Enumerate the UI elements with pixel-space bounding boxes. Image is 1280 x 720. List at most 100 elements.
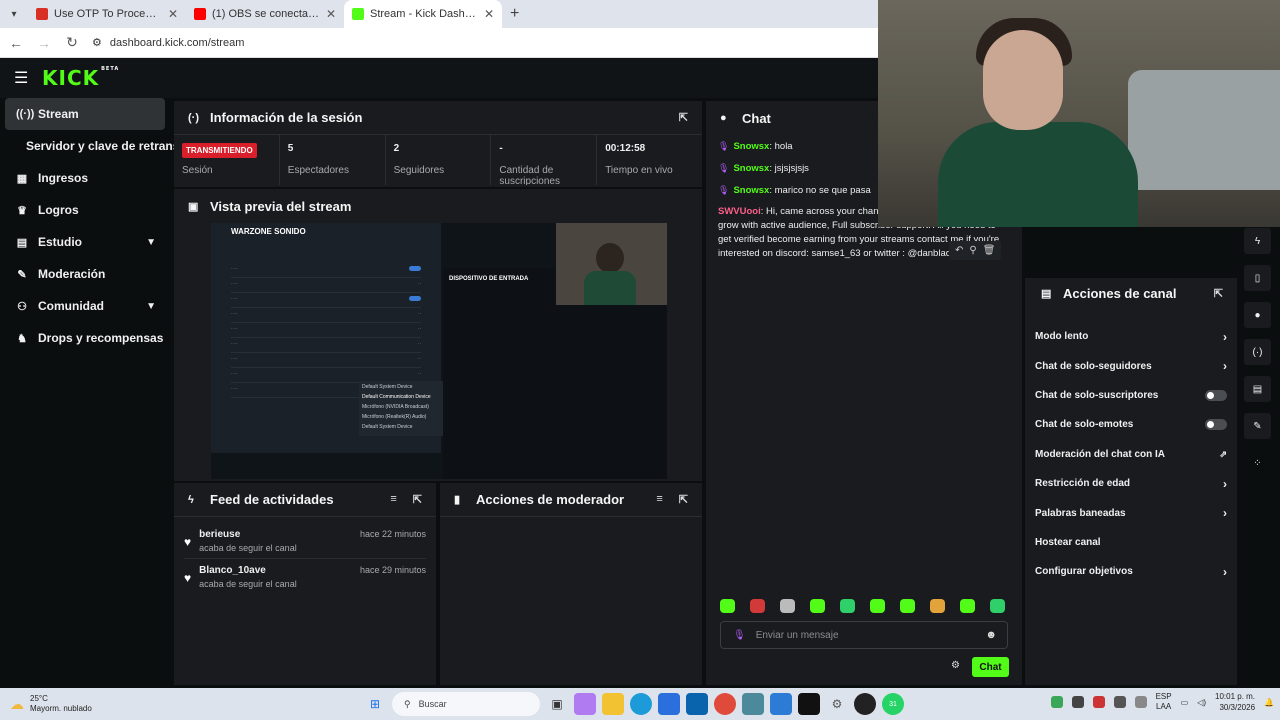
tray-app-icon[interactable] bbox=[1092, 696, 1105, 708]
sidebar-item-stream[interactable]: ((·)) Stream bbox=[5, 98, 165, 130]
document-icon[interactable]: ▯ bbox=[1244, 265, 1271, 291]
new-tab-button[interactable]: + bbox=[502, 5, 527, 23]
chevron-right-icon: › bbox=[1223, 359, 1227, 374]
mic-icon[interactable] bbox=[1134, 696, 1147, 708]
sidebar: ((·)) Stream Servidor y clave de retrans… bbox=[0, 98, 218, 688]
kick-logo[interactable]: KICK BETA bbox=[42, 66, 119, 90]
photos-icon[interactable] bbox=[742, 693, 764, 715]
add-widget-icon[interactable]: ⁘ bbox=[1244, 450, 1271, 476]
close-icon[interactable]: ✕ bbox=[326, 7, 336, 21]
back-icon[interactable]: ← bbox=[8, 35, 24, 51]
layout-icon[interactable]: ▤ bbox=[1244, 376, 1271, 402]
tab-search-icon[interactable]: ▾ bbox=[0, 9, 28, 20]
chat-username[interactable]: Snowsx bbox=[733, 163, 769, 174]
close-icon[interactable]: ✕ bbox=[484, 7, 494, 21]
network-icon[interactable]: ▭ bbox=[1181, 698, 1189, 707]
stat-label: Espectadores bbox=[287, 165, 349, 176]
filter-icon[interactable]: ≡ bbox=[390, 493, 396, 506]
file-explorer-icon[interactable] bbox=[602, 693, 624, 715]
reload-icon[interactable]: ↻ bbox=[64, 34, 80, 51]
notification-icon[interactable]: 🔔 bbox=[1264, 698, 1274, 707]
follower-name[interactable]: berieuse bbox=[199, 529, 297, 540]
emote-icon[interactable] bbox=[870, 599, 885, 613]
site-info-icon[interactable]: ⚙ bbox=[92, 36, 102, 49]
action-slow-mode[interactable]: Modo lento › bbox=[1025, 322, 1237, 351]
chat-icon[interactable]: ● bbox=[1244, 302, 1271, 328]
close-icon[interactable]: ✕ bbox=[168, 7, 178, 21]
action-age-restriction[interactable]: Restricción de edad › bbox=[1025, 469, 1237, 498]
forward-icon[interactable]: → bbox=[36, 35, 52, 51]
bolt-icon[interactable]: ϟ bbox=[1244, 228, 1271, 254]
emote-icon[interactable] bbox=[990, 599, 1005, 613]
filter-icon[interactable]: ≡ bbox=[656, 493, 662, 506]
sidebar-item-revenue[interactable]: ▦ Ingresos bbox=[0, 162, 170, 194]
emote-icon[interactable] bbox=[900, 599, 915, 613]
emotes-only-toggle[interactable] bbox=[1205, 419, 1227, 431]
trash-icon[interactable]: 🗑 bbox=[983, 245, 996, 256]
browser-tab-active[interactable]: Stream - Kick Dashboard ✕ bbox=[344, 0, 502, 28]
menu-icon[interactable]: ☰ bbox=[14, 68, 30, 88]
browser-tab[interactable]: Use OTP To Proceed - snowsx8 ✕ bbox=[28, 0, 186, 28]
popout-icon[interactable]: ⇱ bbox=[1214, 287, 1223, 300]
pin-icon[interactable]: ⚲ bbox=[969, 245, 976, 256]
action-ai-moderation[interactable]: Moderación del chat con IA ⇗ bbox=[1025, 440, 1237, 469]
settings-icon[interactable]: ⚙ bbox=[826, 693, 848, 715]
store-icon[interactable] bbox=[658, 693, 680, 715]
browser-tab[interactable]: (1) OBS se conecta y desconect ✕ bbox=[186, 0, 344, 28]
emote-icon[interactable] bbox=[720, 599, 735, 613]
sidebar-item-achievements[interactable]: ♛ Logros bbox=[0, 194, 170, 226]
popout-icon[interactable]: ⇱ bbox=[679, 111, 688, 124]
clock[interactable]: 10:01 p. m. 30/3/2026 bbox=[1215, 691, 1255, 713]
broadcast-icon[interactable]: (·) bbox=[1244, 339, 1271, 365]
popout-icon[interactable]: ⇱ bbox=[413, 493, 422, 506]
action-banned-words[interactable]: Palabras baneadas › bbox=[1025, 498, 1237, 527]
tray-app-icon[interactable] bbox=[1050, 696, 1063, 708]
copilot-icon[interactable] bbox=[574, 693, 596, 715]
chevron-right-icon: › bbox=[1223, 506, 1227, 521]
follower-name[interactable]: Blanco_10ave bbox=[199, 565, 297, 576]
emote-icon[interactable] bbox=[960, 599, 975, 613]
chat-username[interactable]: Snowsx bbox=[733, 185, 769, 196]
edge-icon[interactable] bbox=[630, 693, 652, 715]
sidebar-item-studio[interactable]: ▤ Estudio ▼ bbox=[0, 226, 170, 258]
subscribers-only-toggle[interactable] bbox=[1205, 389, 1227, 401]
stream-preview-video[interactable]: WARZONE SONIDO ···· ···· ·· ···· ···· ·· ·… bbox=[211, 223, 667, 479]
undo-icon[interactable]: ↶ bbox=[955, 245, 963, 256]
emote-icon[interactable] bbox=[780, 599, 795, 613]
sidebar-item-moderation[interactable]: ✎ Moderación bbox=[0, 258, 170, 290]
sidebar-item-drops[interactable]: ♞ Drops y recompensas bbox=[0, 322, 170, 354]
popout-icon[interactable]: ⇱ bbox=[679, 493, 688, 506]
gear-icon[interactable]: ⚙ bbox=[951, 660, 960, 671]
sidebar-item-community[interactable]: ⚇ Comunidad ▼ bbox=[0, 290, 170, 322]
emote-icon[interactable] bbox=[750, 599, 765, 613]
chat-message-input[interactable]: 🎙 Enviar un mensaje ☻ bbox=[720, 621, 1008, 649]
action-set-goals[interactable]: Configurar objetivos › bbox=[1025, 557, 1237, 586]
outlook-icon[interactable] bbox=[686, 693, 708, 715]
emote-icon[interactable] bbox=[840, 599, 855, 613]
task-view-icon[interactable]: ▣ bbox=[546, 693, 568, 715]
emote-icon[interactable] bbox=[810, 599, 825, 613]
tray-app-icon[interactable] bbox=[1071, 696, 1084, 708]
chat-username[interactable]: Snowsx bbox=[733, 141, 769, 152]
emoji-icon[interactable]: ☻ bbox=[985, 629, 997, 641]
taskbar-search[interactable]: ⚲ Buscar bbox=[392, 692, 540, 716]
action-label: Chat de solo-suscriptores bbox=[1035, 389, 1159, 401]
wrench-icon[interactable]: ✎ bbox=[1244, 413, 1271, 439]
chat-username[interactable]: SWVUooi bbox=[718, 206, 761, 217]
vscode-icon[interactable] bbox=[770, 693, 792, 715]
windows-start-icon[interactable]: ⊞ bbox=[364, 693, 386, 715]
sidebar-item-server-key[interactable]: Servidor y clave de retransmisión bbox=[0, 130, 218, 162]
action-followers-only[interactable]: Chat de solo-seguidores › bbox=[1025, 351, 1237, 380]
chrome-icon[interactable] bbox=[714, 693, 736, 715]
cod-icon[interactable] bbox=[798, 693, 820, 715]
language-indicator[interactable]: ESP LAA bbox=[1156, 692, 1172, 712]
chat-send-button[interactable]: Chat bbox=[972, 657, 1009, 677]
emote-icon[interactable] bbox=[930, 599, 945, 613]
tray-app-icon[interactable] bbox=[1113, 696, 1126, 708]
obs-icon[interactable] bbox=[854, 693, 876, 715]
weather-widget[interactable]: ☁ 25°C Mayorm. nublado bbox=[10, 694, 130, 714]
whatsapp-icon[interactable]: 31 bbox=[882, 693, 904, 715]
action-host-channel[interactable]: Hostear canal bbox=[1025, 528, 1237, 557]
url-field[interactable]: ⚙ dashboard.kick.com/stream bbox=[92, 36, 244, 50]
volume-icon[interactable]: ◁) bbox=[1197, 698, 1206, 707]
